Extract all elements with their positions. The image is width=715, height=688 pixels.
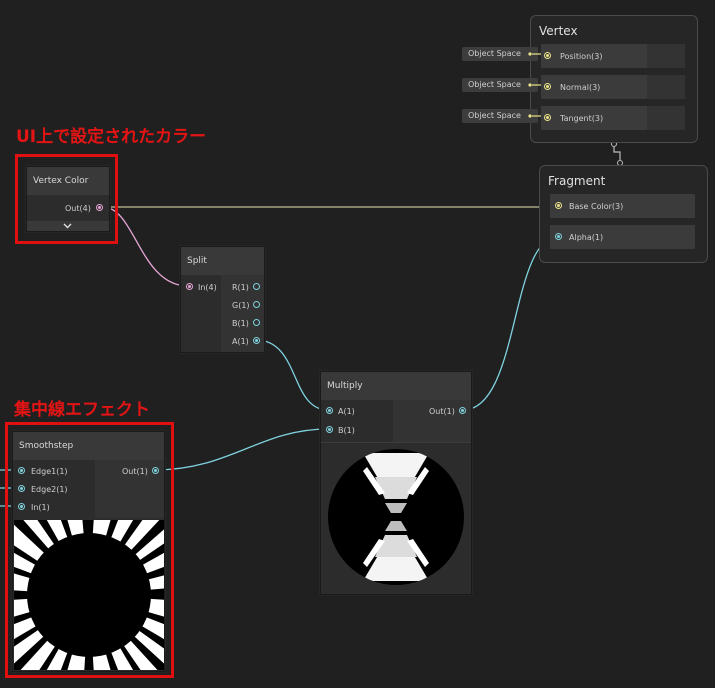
flow-edge <box>613 147 621 160</box>
fragment-context-title: Fragment <box>548 174 606 188</box>
split-node[interactable]: Split In(4) R(1) G(1) B(1) A(1) <box>180 246 265 353</box>
split-in-label: In(4) <box>198 283 217 292</box>
split-out-g-port[interactable] <box>253 301 260 308</box>
fragment-block-alpha-label: Alpha(1) <box>569 233 604 242</box>
vertex-color-highlight-frame <box>15 154 118 244</box>
multiply-in-b-port[interactable] <box>326 426 333 433</box>
edge-split-multiply-a <box>255 339 329 411</box>
split-out-r-port[interactable] <box>253 283 260 290</box>
vertex-block-position[interactable]: Position(3) <box>541 44 685 68</box>
vertex-block-tangent[interactable]: Tangent(3) <box>541 106 685 130</box>
vertex-block-tangent-label: Tangent(3) <box>560 114 604 123</box>
split-out-r-label: R(1) <box>232 283 249 292</box>
fragment-block-basecolor[interactable]: Base Color(3) <box>550 194 695 218</box>
multiply-node-title: Multiply <box>321 372 471 400</box>
vertex-block-normal-label: Normal(3) <box>560 83 601 92</box>
vertex-context-title: Vertex <box>539 24 578 38</box>
vertex-block-normal[interactable]: Normal(3) <box>541 75 685 99</box>
multiply-out-port[interactable] <box>459 407 466 414</box>
edge-smoothstep-multiply-b <box>154 428 329 471</box>
multiply-in-b-label: B(1) <box>338 426 355 435</box>
split-out-b-label: B(1) <box>232 319 249 328</box>
fragment-block-basecolor-label: Base Color(3) <box>569 202 624 211</box>
split-out-g-label: G(1) <box>232 301 250 310</box>
multiply-preview <box>327 447 465 587</box>
split-out-b-port[interactable] <box>253 319 260 326</box>
multiply-in-a-port[interactable] <box>326 407 333 414</box>
vertex-block-position-label: Position(3) <box>560 52 603 61</box>
multiply-out-label: Out(1) <box>429 407 455 416</box>
multiply-in-a-label: A(1) <box>338 407 355 416</box>
speedline-annotation: 集中線エフェクト <box>14 400 150 420</box>
split-node-title: Split <box>181 247 264 275</box>
smoothstep-highlight-frame <box>5 422 174 678</box>
fragment-block-alpha[interactable]: Alpha(1) <box>550 225 695 249</box>
split-out-a-port[interactable] <box>253 337 260 344</box>
split-out-a-label: A(1) <box>232 337 249 346</box>
multiply-node[interactable]: Multiply A(1) B(1) Out(1) <box>320 371 472 595</box>
vertex-color-annotation: UI上で設定されたカラー <box>16 127 207 147</box>
split-in-port[interactable] <box>186 283 193 290</box>
